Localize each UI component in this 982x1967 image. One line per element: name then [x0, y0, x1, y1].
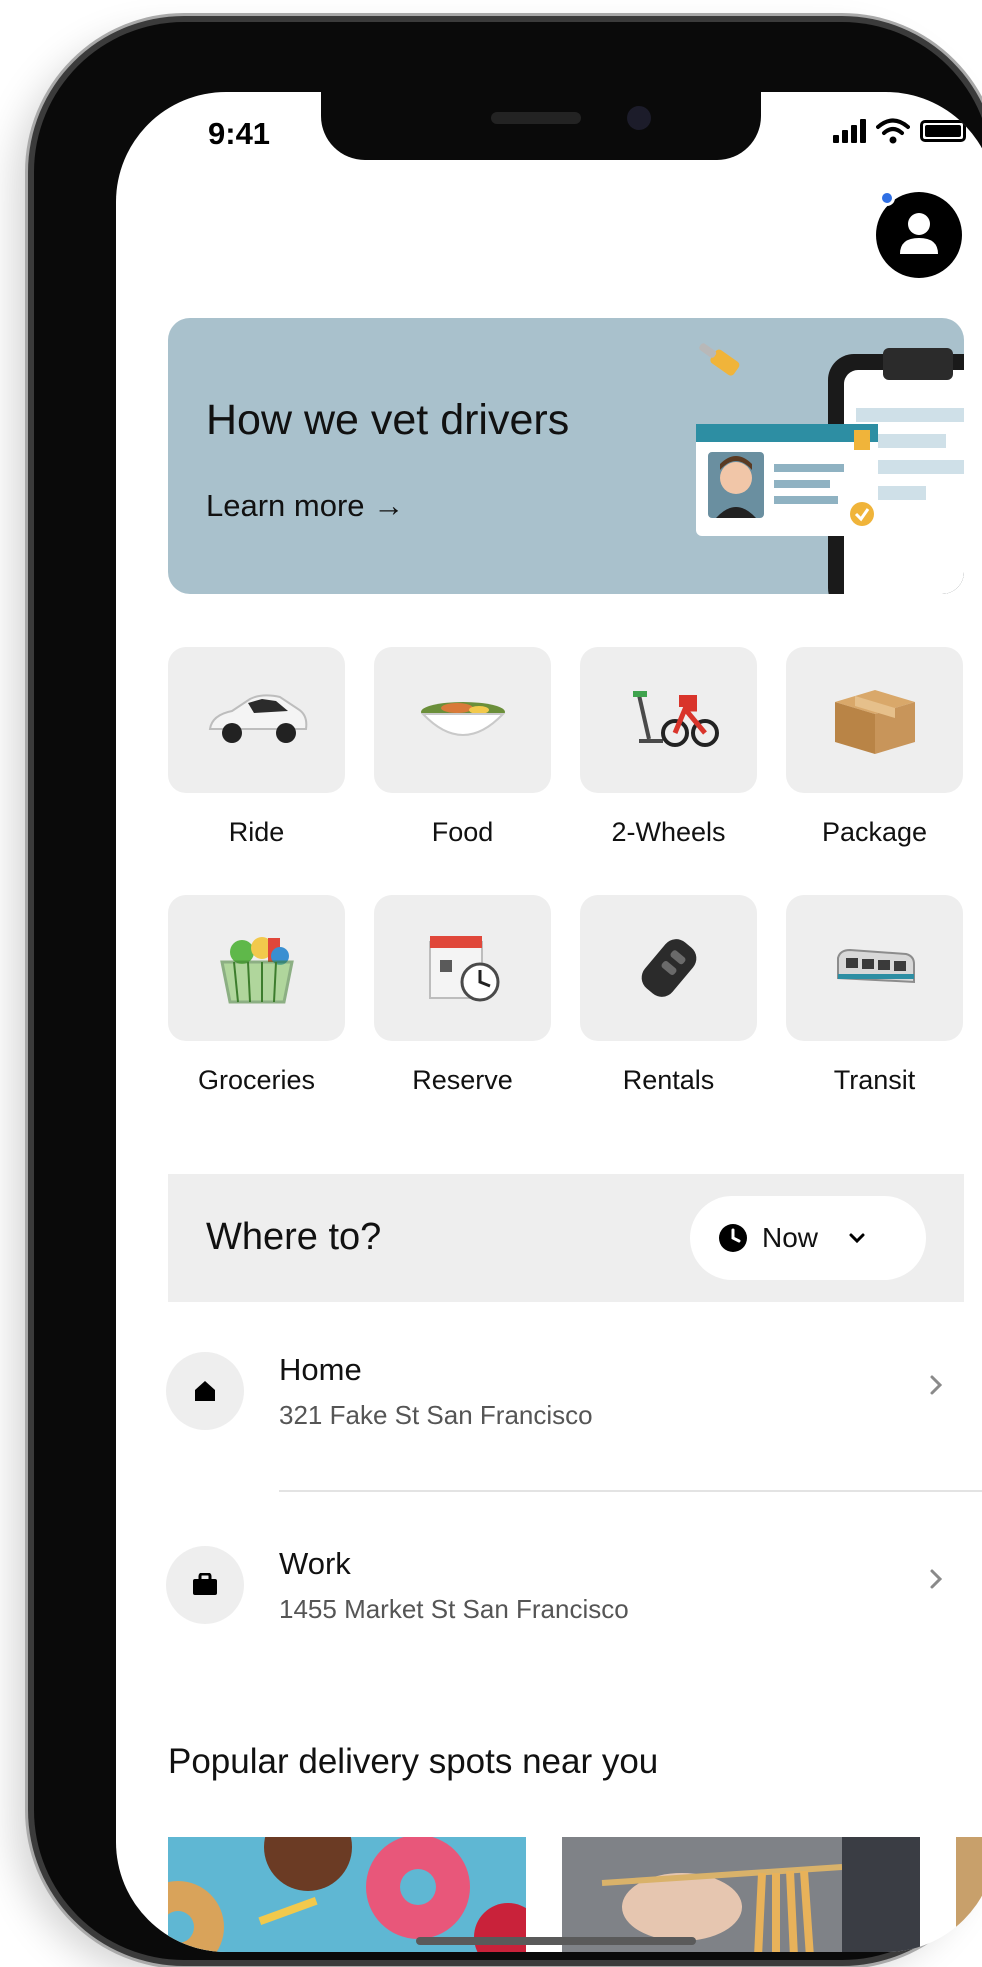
popular-spots-carousel: [168, 1837, 982, 1952]
service-rentals[interactable]: Rentals: [580, 895, 757, 1096]
service-label: Food: [431, 817, 494, 847]
silent-switch: [26, 330, 34, 400]
bike-scooter-icon: [632, 691, 719, 747]
chevron-right-icon: [930, 1375, 943, 1395]
service-label: Rentals: [622, 1065, 715, 1095]
service-label: Package: [821, 817, 928, 847]
service-label: Transit: [833, 1065, 916, 1095]
wifi-icon: [876, 118, 910, 144]
speaker-grille: [491, 112, 581, 124]
service-tile: [786, 647, 963, 793]
status-time: 9:41: [208, 116, 271, 151]
briefcase-icon: [193, 1573, 217, 1595]
place-address: 1455 Market St San Francisco: [279, 1594, 629, 1624]
where-to-input[interactable]: Where to?: [206, 1216, 381, 1259]
service-tile: [580, 895, 757, 1041]
clock-icon: [719, 1224, 747, 1252]
service-reserve[interactable]: Reserve: [374, 895, 551, 1096]
saved-place-work[interactable]: Work 1455 Market St San Francisco: [166, 1524, 982, 1654]
service-food[interactable]: Food: [374, 647, 551, 848]
driver-id-illustration: [696, 343, 964, 594]
car-icon: [208, 694, 307, 743]
promo-banner[interactable]: How we vet drivers Learn more →: [168, 318, 964, 594]
service-tile: [786, 895, 963, 1041]
delivery-spot-card[interactable]: [562, 1837, 920, 1952]
service-label: Groceries: [197, 1065, 316, 1095]
place-name: Work: [279, 1546, 351, 1581]
service-tile: [374, 647, 551, 793]
car-key-icon: [641, 939, 696, 997]
service-ride[interactable]: Ride: [168, 647, 345, 848]
service-groceries[interactable]: Groceries: [168, 895, 345, 1096]
grocery-basket-icon: [219, 937, 294, 1004]
package-box-icon: [834, 690, 915, 754]
place-address: 321 Fake St San Francisco: [279, 1400, 593, 1430]
place-icon-circle: [166, 1546, 244, 1624]
service-label: 2-Wheels: [611, 817, 726, 847]
chevron-down-icon: [849, 1233, 865, 1244]
train-icon: [836, 948, 915, 984]
phone-screen: 9:41 How we vet drivers Learn more → Rid…: [116, 92, 982, 1952]
place-icon-circle: [166, 1352, 244, 1430]
notification-dot: [879, 190, 895, 206]
promo-title: How we vet drivers: [206, 396, 570, 444]
notch: [321, 92, 761, 160]
home-indicator: [416, 1937, 696, 1945]
service-package[interactable]: Package: [786, 647, 963, 848]
volume-up-button: [26, 470, 34, 620]
donuts-image: [168, 1837, 526, 1952]
noodles-image: [562, 1837, 920, 1952]
chevron-right-icon: [930, 1569, 943, 1589]
service-tile: [374, 895, 551, 1041]
schedule-time-label: Now: [762, 1222, 819, 1253]
phone-frame: 9:41 How we vet drivers Learn more → Rid…: [34, 22, 982, 1960]
delivery-spot-card[interactable]: [168, 1837, 526, 1952]
volume-down-button: [26, 655, 34, 805]
service-label: Reserve: [412, 1065, 513, 1095]
service-tile: [168, 895, 345, 1041]
service-tile: [168, 647, 345, 793]
signal-icon: [833, 119, 866, 143]
learn-more-link[interactable]: Learn more →: [206, 488, 404, 524]
place-name: Home: [279, 1352, 362, 1387]
popular-section-title: Popular delivery spots near you: [168, 1742, 659, 1781]
food-bowl-icon: [420, 702, 505, 736]
front-camera: [627, 106, 651, 130]
delivery-spot-card[interactable]: [956, 1837, 982, 1952]
battery-icon: [920, 120, 966, 142]
status-icons: [833, 118, 966, 144]
service-label: Ride: [228, 817, 285, 847]
home-icon: [195, 1381, 215, 1401]
calendar-clock-icon: [428, 936, 499, 1002]
service-tile: [580, 647, 757, 793]
divider: [279, 1490, 982, 1492]
service-transit[interactable]: Transit: [786, 895, 963, 1096]
service-2-wheels[interactable]: 2-Wheels: [580, 647, 757, 848]
where-to-search-bar[interactable]: Where to? Now: [168, 1174, 964, 1302]
saved-place-home[interactable]: Home 321 Fake St San Francisco: [166, 1330, 982, 1460]
schedule-time-dropdown[interactable]: Now: [690, 1196, 926, 1280]
